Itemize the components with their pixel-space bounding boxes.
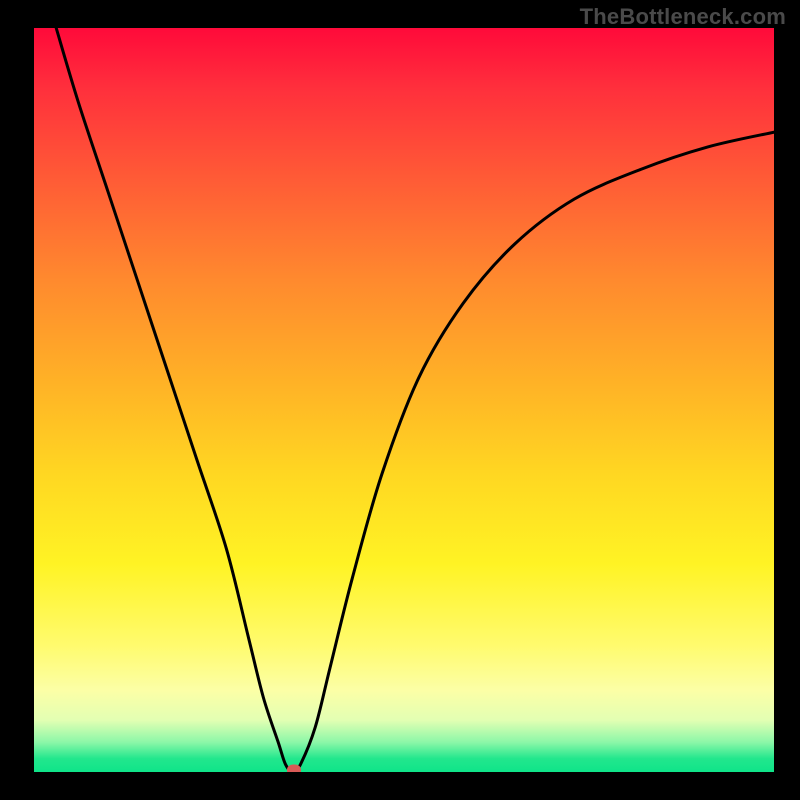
watermark-text: TheBottleneck.com <box>580 4 786 30</box>
chart-frame: TheBottleneck.com <box>0 0 800 800</box>
bottleneck-curve <box>56 28 774 772</box>
curve-svg <box>34 28 774 772</box>
minimum-marker <box>287 764 301 772</box>
plot-area <box>34 28 774 772</box>
